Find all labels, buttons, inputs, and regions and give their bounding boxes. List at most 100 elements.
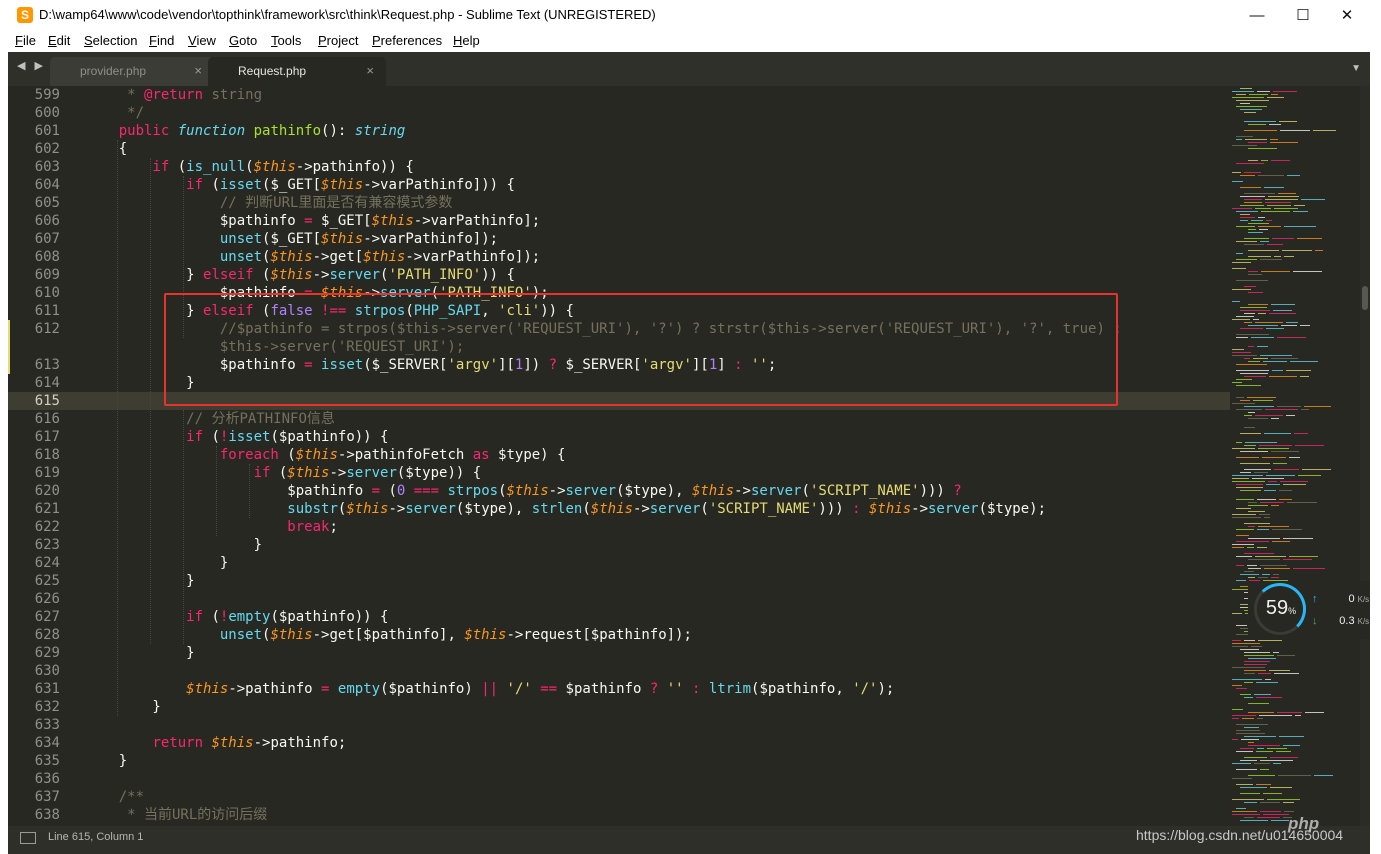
code-line[interactable]: 600 */ [8, 104, 1230, 122]
code-line[interactable]: 634 return $this->pathinfo; [8, 734, 1230, 752]
menu-edit[interactable]: Edit [48, 33, 70, 48]
code-line[interactable]: 632 } [8, 698, 1230, 716]
code-line[interactable]: 608 unset($this->get[$this->varPathinfo]… [8, 248, 1230, 266]
minimap-line [1240, 820, 1268, 821]
minimap-line [1240, 490, 1261, 491]
code-line[interactable]: 633 [8, 716, 1230, 734]
code-line[interactable]: 635 } [8, 752, 1230, 770]
code-line[interactable]: 628 unset($this->get[$pathinfo], $this->… [8, 626, 1230, 644]
panel-toggle-icon[interactable] [20, 832, 36, 844]
code-line[interactable]: 620 $pathinfo = (0 === strpos($this->ser… [8, 482, 1230, 500]
minimap-line [1248, 292, 1263, 293]
code-line[interactable]: 636 [8, 770, 1230, 788]
minimap-line [1248, 223, 1269, 224]
minimap-line [1232, 349, 1244, 350]
minimap-line [1236, 535, 1249, 536]
minimap-line [1232, 547, 1244, 548]
minimap-line [1257, 817, 1280, 818]
minimap-line [1248, 703, 1269, 704]
code-line[interactable]: 623 } [8, 536, 1230, 554]
minimap-line [1240, 748, 1254, 749]
minimap-line [1244, 238, 1269, 239]
code-line[interactable]: 622 break; [8, 518, 1230, 536]
code-line[interactable]: 621 substr($this->server($type), strlen(… [8, 500, 1230, 518]
code-text: /** [118, 789, 145, 805]
menu-goto[interactable]: Goto [229, 33, 257, 48]
minimap-line [1244, 199, 1262, 200]
minimap-line [1287, 502, 1317, 503]
cursor-position[interactable]: Line 615, Column 1 [48, 831, 143, 843]
tab-provider-php[interactable]: provider.php × [50, 57, 214, 86]
minimap-line [1232, 778, 1252, 779]
minimap-line [1257, 547, 1267, 548]
indent-guide [183, 410, 184, 644]
code-line[interactable]: 631 $this->pathinfo = empty($pathinfo) |… [8, 680, 1230, 698]
minimap-line [1269, 313, 1296, 314]
scrollbar-thumb[interactable] [1362, 286, 1368, 310]
minimap-line [1253, 358, 1268, 359]
code-line[interactable]: 616 // 分析PATHINFO信息 [8, 410, 1230, 428]
minimap-line [1240, 451, 1268, 452]
close-button[interactable]: ✕ [1324, 0, 1370, 31]
code-line[interactable]: 626 [8, 590, 1230, 608]
code-line[interactable]: 601 public function pathinfo(): string [8, 122, 1230, 140]
code-line[interactable]: 618 foreach ($this->pathinfoFetch as $ty… [8, 446, 1230, 464]
minimap-line [1240, 214, 1250, 215]
tab-nav-arrows-icon[interactable]: ◀ ▶ [17, 59, 46, 72]
code-line[interactable]: 599 * @return string [8, 86, 1230, 104]
code-line[interactable]: 605 // 判断URL里面是否有兼容模式参数 [8, 194, 1230, 212]
code-line[interactable]: 629 } [8, 644, 1230, 662]
code-line[interactable]: 607 unset($_GET[$this->varPathinfo]); [8, 230, 1230, 248]
minimap-line [1244, 523, 1270, 524]
minimap[interactable] [1232, 86, 1358, 826]
minimap-line [1286, 370, 1311, 371]
minimap-line [1236, 409, 1262, 410]
menu-selection[interactable]: Selection [84, 33, 137, 48]
minimap-line [1278, 775, 1311, 776]
code-editor[interactable]: 599 * @return string 600 */601 public fun… [8, 86, 1370, 826]
code-line[interactable]: 624 } [8, 554, 1230, 572]
code-line[interactable]: 627 if (!empty($pathinfo)) { [8, 608, 1230, 626]
menu-file[interactable]: File [15, 33, 36, 48]
menu-project[interactable]: Project [318, 33, 358, 48]
code-line[interactable]: 630 [8, 662, 1230, 680]
maximize-button[interactable]: ☐ [1280, 0, 1326, 31]
minimap-line [1240, 472, 1251, 473]
minimap-line [1277, 337, 1306, 338]
menu-help[interactable]: Help [453, 33, 480, 48]
minimap-line [1269, 124, 1281, 125]
menu-view[interactable]: View [188, 33, 216, 48]
menu-tools[interactable]: Tools [271, 33, 301, 48]
code-text: unset($_GET[$this->varPathinfo]); [219, 231, 499, 247]
line-number: 610 [34, 285, 60, 301]
code-line[interactable]: 638 * 当前URL的访问后缀 [8, 806, 1230, 824]
code-line[interactable]: 604 if (isset($_GET[$this->varPathinfo])… [8, 176, 1230, 194]
code-line[interactable]: 603 if (is_null($this->pathinfo)) { [8, 158, 1230, 176]
minimap-line [1301, 199, 1325, 200]
tab-close-icon[interactable]: × [366, 63, 374, 78]
minimap-line [1236, 484, 1263, 485]
tab-menu-icon[interactable]: ▼ [1351, 63, 1361, 74]
code-line[interactable]: 602 { [8, 140, 1230, 158]
annotation-highlight-box [164, 293, 1118, 406]
minimize-button[interactable]: — [1234, 0, 1280, 31]
code-line[interactable]: 606 $pathinfo = $_GET[$this->varPathinfo… [8, 212, 1230, 230]
line-number: 609 [34, 267, 60, 283]
line-number: 607 [34, 231, 60, 247]
code-line[interactable]: 625 } [8, 572, 1230, 590]
minimap-line [1248, 346, 1254, 347]
tab-request-php[interactable]: Request.php × [208, 57, 386, 86]
code-line[interactable]: 619 if ($this->server($type)) { [8, 464, 1230, 482]
menu-find[interactable]: Find [149, 33, 174, 48]
minimap-line [1260, 355, 1292, 356]
menu-preferences[interactable]: Preferences [372, 33, 442, 48]
tab-close-icon[interactable]: × [194, 63, 202, 78]
code-line[interactable]: 609 } elseif ($this->server('PATH_INFO')… [8, 266, 1230, 284]
minimap-line [1258, 175, 1284, 176]
minimap-line [1314, 775, 1333, 776]
minimap-line [1293, 568, 1325, 569]
code-line[interactable]: 637 /** [8, 788, 1230, 806]
minimap-line [1244, 469, 1271, 470]
vertical-scrollbar[interactable] [1360, 86, 1370, 826]
code-line[interactable]: 617 if (!isset($pathinfo)) { [8, 428, 1230, 446]
